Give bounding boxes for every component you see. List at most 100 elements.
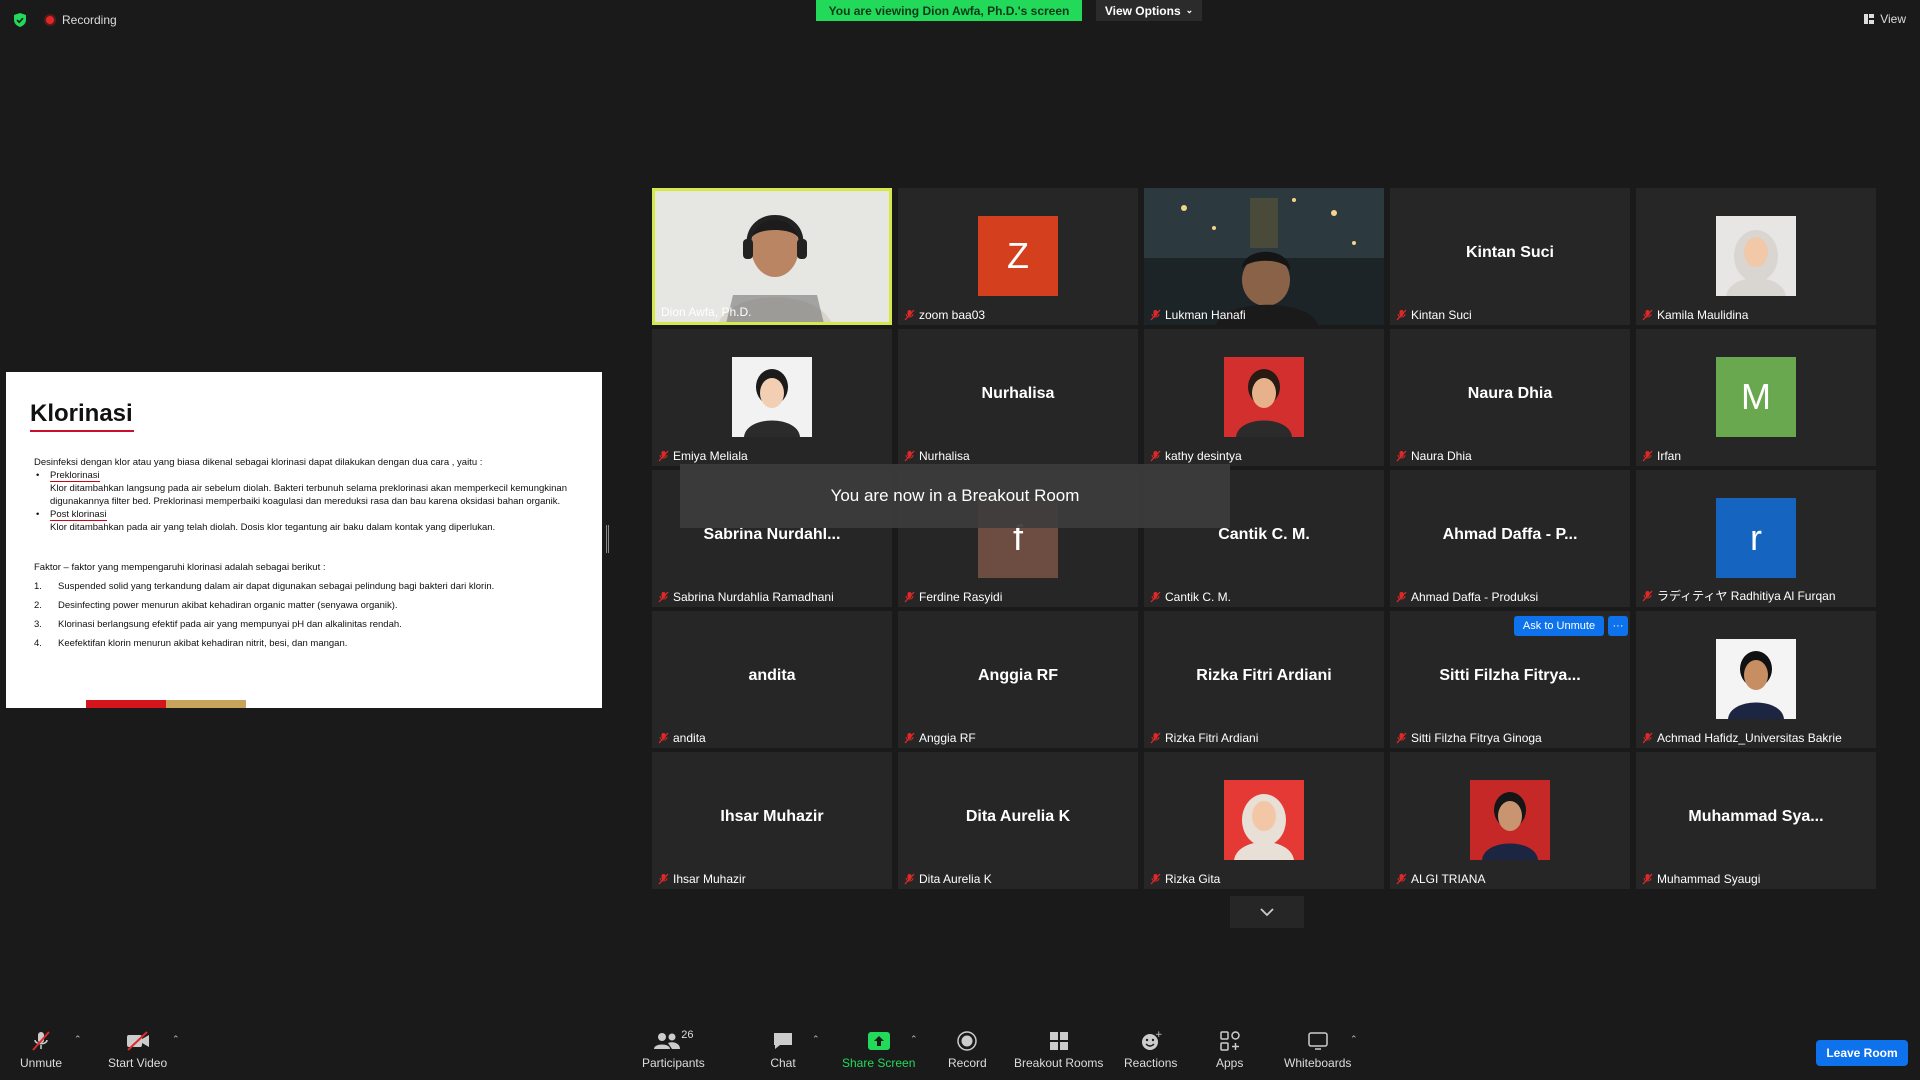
participant-name-label: Rizka Gita: [1150, 872, 1220, 886]
participant-tile[interactable]: Lukman Hanafi: [1144, 188, 1384, 325]
participant-name-label: Ihsar Muhazir: [658, 872, 746, 886]
microphone-muted-icon: [658, 732, 669, 744]
participant-tile[interactable]: Dion Awfa, Ph.D.: [652, 188, 892, 325]
participant-tile[interactable]: Rizka Gita: [1144, 752, 1384, 889]
participant-display-name: Kintan Suci: [1465, 244, 1554, 261]
split-view-divider[interactable]: [606, 525, 609, 553]
participant-name-label: Achmad Hafidz_Universitas Bakrie: [1642, 731, 1842, 745]
participant-tile[interactable]: kathy desintya: [1144, 329, 1384, 466]
participant-tile[interactable]: Rizka Fitri Ardiani Rizka Fitri Ardiani: [1144, 611, 1384, 748]
participant-name: Achmad Hafidz_Universitas Bakrie: [1657, 731, 1842, 745]
microphone-muted-icon: [1150, 732, 1161, 744]
participant-name-label: Cantik C. M.: [1150, 590, 1231, 604]
participant-name: Rizka Gita: [1165, 872, 1221, 886]
participant-display-name: Ahmad Daffa - P...: [1442, 526, 1578, 543]
shared-screen-slide[interactable]: Klorinasi Desinfeksi dengan klor atau ya…: [6, 372, 602, 708]
chat-options-caret-icon[interactable]: ⌃: [812, 1034, 820, 1045]
participant-tile[interactable]: Muhammad Sya... Muhammad Syaugi: [1636, 752, 1876, 889]
unmute-button[interactable]: Unmute: [20, 1030, 62, 1070]
microphone-muted-icon: [658, 450, 669, 462]
participant-tile[interactable]: Ihsar Muhazir Ihsar Muhazir: [652, 752, 892, 889]
start-video-button[interactable]: Start Video: [108, 1030, 167, 1070]
participant-name-label: Emiya Meliala: [658, 449, 748, 463]
whiteboards-options-caret-icon[interactable]: ⌃: [1350, 1034, 1358, 1045]
bullet-title: Preklorinasi: [50, 470, 100, 482]
participant-name: Dion Awfa, Ph.D.: [661, 305, 752, 319]
participant-display-name: Dita Aurelia K: [965, 808, 1071, 825]
participant-name-label: zoom baa03: [904, 308, 985, 322]
reactions-button[interactable]: + Reactions: [1124, 1030, 1177, 1070]
participant-tile[interactable]: ALGI TRIANA: [1390, 752, 1630, 889]
whiteboards-button[interactable]: Whiteboards: [1284, 1030, 1351, 1070]
participant-name-label: Muhammad Syaugi: [1642, 872, 1760, 886]
participant-name-label: ALGI TRIANA: [1396, 872, 1485, 886]
participant-display-name: Ihsar Muhazir: [720, 808, 824, 825]
participant-name: Ferdine Rasyidi: [919, 590, 1003, 604]
participant-tile[interactable]: Kintan Suci Kintan Suci: [1390, 188, 1630, 325]
factor-text: Suspended solid yang terkandung dalam ai…: [58, 581, 495, 592]
video-options-caret-icon[interactable]: ⌃: [172, 1034, 180, 1045]
chat-button[interactable]: Chat: [770, 1030, 796, 1070]
participant-tile[interactable]: M Irfan: [1636, 329, 1876, 466]
participant-tile[interactable]: Nurhalisa Nurhalisa: [898, 329, 1138, 466]
participant-tile[interactable]: Ahmad Daffa - P... Ahmad Daffa - Produksi: [1390, 470, 1630, 607]
leave-room-button[interactable]: Leave Room: [1816, 1040, 1908, 1066]
participant-tile[interactable]: Naura Dhia Naura Dhia: [1390, 329, 1630, 466]
participant-name: Emiya Meliala: [673, 449, 748, 463]
more-options-button[interactable]: ···: [1608, 616, 1628, 636]
participant-tile[interactable]: andita andita: [652, 611, 892, 748]
apps-button[interactable]: Apps: [1216, 1030, 1243, 1070]
participant-name: Kintan Suci: [1411, 308, 1472, 322]
view-button[interactable]: View: [1863, 12, 1906, 26]
factor-text: Keefektifan klorin menurun akibat kehadi…: [58, 638, 348, 649]
avatar: M: [1716, 357, 1796, 437]
participant-tile[interactable]: Achmad Hafidz_Universitas Bakrie: [1636, 611, 1876, 748]
view-label: View: [1880, 12, 1906, 26]
factor-item: 1. Suspended solid yang terkandung dalam …: [34, 580, 574, 593]
microphone-muted-icon: [1396, 309, 1407, 321]
share-screen-label: Share Screen: [842, 1056, 916, 1070]
microphone-muted-icon: [1396, 450, 1407, 462]
share-screen-button[interactable]: Share Screen: [842, 1030, 915, 1070]
start-video-label: Start Video: [108, 1056, 168, 1070]
participant-tile[interactable]: Anggia RF Anggia RF: [898, 611, 1138, 748]
audio-options-caret-icon[interactable]: ⌃: [74, 1034, 82, 1045]
record-button[interactable]: Record: [948, 1030, 987, 1070]
participant-name-label: Naura Dhia: [1396, 449, 1472, 463]
factor-number: 3.: [34, 619, 42, 630]
participant-display-name: Sitti Filzha Fitrya...: [1439, 667, 1581, 684]
share-options-caret-icon[interactable]: ⌃: [910, 1034, 918, 1045]
chat-label: Chat: [770, 1056, 796, 1070]
recording-indicator[interactable]: Recording: [44, 13, 117, 27]
participant-tile[interactable]: Zzoom baa03: [898, 188, 1138, 325]
factor-number: 2.: [34, 600, 42, 611]
svg-text:+: +: [1155, 1030, 1162, 1040]
breakout-rooms-icon: [1049, 1032, 1068, 1050]
slide-title: Klorinasi: [30, 400, 133, 427]
participant-name-label: Rizka Fitri Ardiani: [1150, 731, 1258, 745]
participant-tile[interactable]: Emiya Meliala: [652, 329, 892, 466]
participant-tile[interactable]: r ラディティヤ Radhitiya Al Furqan: [1636, 470, 1876, 607]
video-camera-off-icon: [126, 1031, 149, 1051]
microphone-muted-icon: [904, 732, 915, 744]
view-options-button[interactable]: View Options ⌄: [1096, 0, 1202, 21]
factor-item: 4. Keefektifan klorin menurun akibat keha…: [34, 637, 574, 650]
participant-tile[interactable]: Dita Aurelia K Dita Aurelia K: [898, 752, 1138, 889]
participants-label: Participants: [642, 1056, 705, 1070]
recording-dot-icon: [44, 14, 56, 26]
microphone-muted-icon: [1396, 873, 1407, 885]
participants-button[interactable]: 26 Participants: [642, 1029, 705, 1070]
participant-tile[interactable]: Kamila Maulidina: [1636, 188, 1876, 325]
microphone-muted-icon: [1150, 591, 1161, 603]
slide-intro: Desinfeksi dengan klor atau yang biasa d…: [34, 457, 483, 468]
view-options-label: View Options: [1104, 3, 1181, 18]
next-page-button[interactable]: [1230, 896, 1304, 928]
participant-display-name: Rizka Fitri Ardiani: [1196, 667, 1332, 684]
participant-name-label: ラディティヤ Radhitiya Al Furqan: [1642, 587, 1836, 604]
ask-to-unmute-button[interactable]: Ask to Unmute: [1514, 616, 1604, 636]
security-shield-icon[interactable]: [12, 12, 28, 28]
microphone-muted-icon: [1396, 732, 1407, 744]
participant-name: Irfan: [1657, 449, 1682, 463]
participant-name: Lukman Hanafi: [1165, 308, 1246, 322]
breakout-rooms-button[interactable]: Breakout Rooms: [1014, 1030, 1103, 1070]
